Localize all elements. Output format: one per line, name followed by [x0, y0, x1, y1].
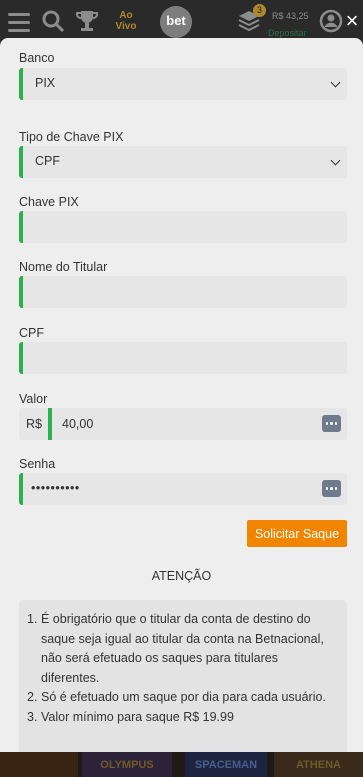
menu-icon[interactable]	[6, 8, 32, 34]
holder-name-field[interactable]	[19, 276, 347, 308]
games-strip: OLYMPUS SPACEMAN ATHENA	[0, 752, 363, 777]
list-item: 3. Valor mínimo para saque R$ 19.99	[27, 709, 234, 724]
trophy-icon[interactable]	[74, 8, 100, 34]
live-link[interactable]: Ao Vivo	[113, 10, 139, 32]
deposit-link[interactable]: Depositar	[268, 28, 307, 38]
cpf-label: CPF	[19, 326, 44, 340]
amount-label: Valor	[19, 392, 48, 406]
user-icon[interactable]	[318, 8, 344, 34]
password-field[interactable]: ••••••••••	[19, 473, 347, 505]
search-icon[interactable]	[40, 8, 66, 34]
pix-key-type-label: Tipo de Chave PIX	[19, 130, 124, 144]
pix-key-field[interactable]	[19, 211, 347, 243]
holder-name-label: Nome do Titular	[19, 260, 108, 274]
keyboard-icon[interactable]	[322, 415, 341, 432]
holder-name-input[interactable]	[23, 276, 347, 308]
amount-input[interactable]	[52, 408, 347, 440]
game-thumbnail[interactable]: ATHENA	[274, 752, 363, 777]
close-button[interactable]: ×	[342, 9, 362, 33]
bank-select[interactable]: PIX	[19, 68, 347, 100]
chevron-down-icon	[330, 155, 341, 166]
bank-select-value: PIX	[35, 76, 56, 90]
chevron-down-icon	[330, 77, 341, 88]
cpf-input[interactable]	[23, 342, 347, 374]
balance: R$ 43,25	[272, 11, 309, 21]
game-thumbnail[interactable]	[0, 752, 78, 777]
notice-box: 1. É obrigatório que o titular da conta d…	[19, 600, 347, 752]
game-thumbnail[interactable]: SPACEMAN	[185, 752, 267, 777]
password-label: Senha	[19, 457, 56, 471]
request-withdraw-button[interactable]: Solicitar Saque	[247, 520, 347, 547]
logo[interactable]: bet	[160, 6, 192, 38]
list-item: 1. É obrigatório que o titular da conta d…	[27, 612, 324, 685]
notification-badge: 3	[253, 4, 266, 17]
amount-field[interactable]	[48, 408, 347, 440]
pix-key-type-select[interactable]: CPF	[19, 146, 347, 178]
list-item: 2. Só é efetuado um saque por dia para ca…	[27, 690, 326, 704]
withdraw-panel: Banco PIX Tipo de Chave PIX CPF Chave PI…	[0, 38, 363, 752]
pix-key-label: Chave PIX	[19, 195, 79, 209]
keyboard-icon[interactable]	[322, 480, 341, 497]
bank-label: Banco	[19, 51, 55, 65]
notice-title: ATENÇÃO	[151, 569, 212, 583]
game-thumbnail[interactable]: OLYMPUS	[82, 752, 172, 777]
password-input[interactable]: ••••••••••	[31, 481, 80, 495]
cpf-field[interactable]	[19, 342, 347, 374]
currency-prefix: R$	[19, 408, 49, 440]
pix-key-type-value: CPF	[35, 154, 60, 168]
pix-key-input[interactable]	[23, 211, 347, 243]
